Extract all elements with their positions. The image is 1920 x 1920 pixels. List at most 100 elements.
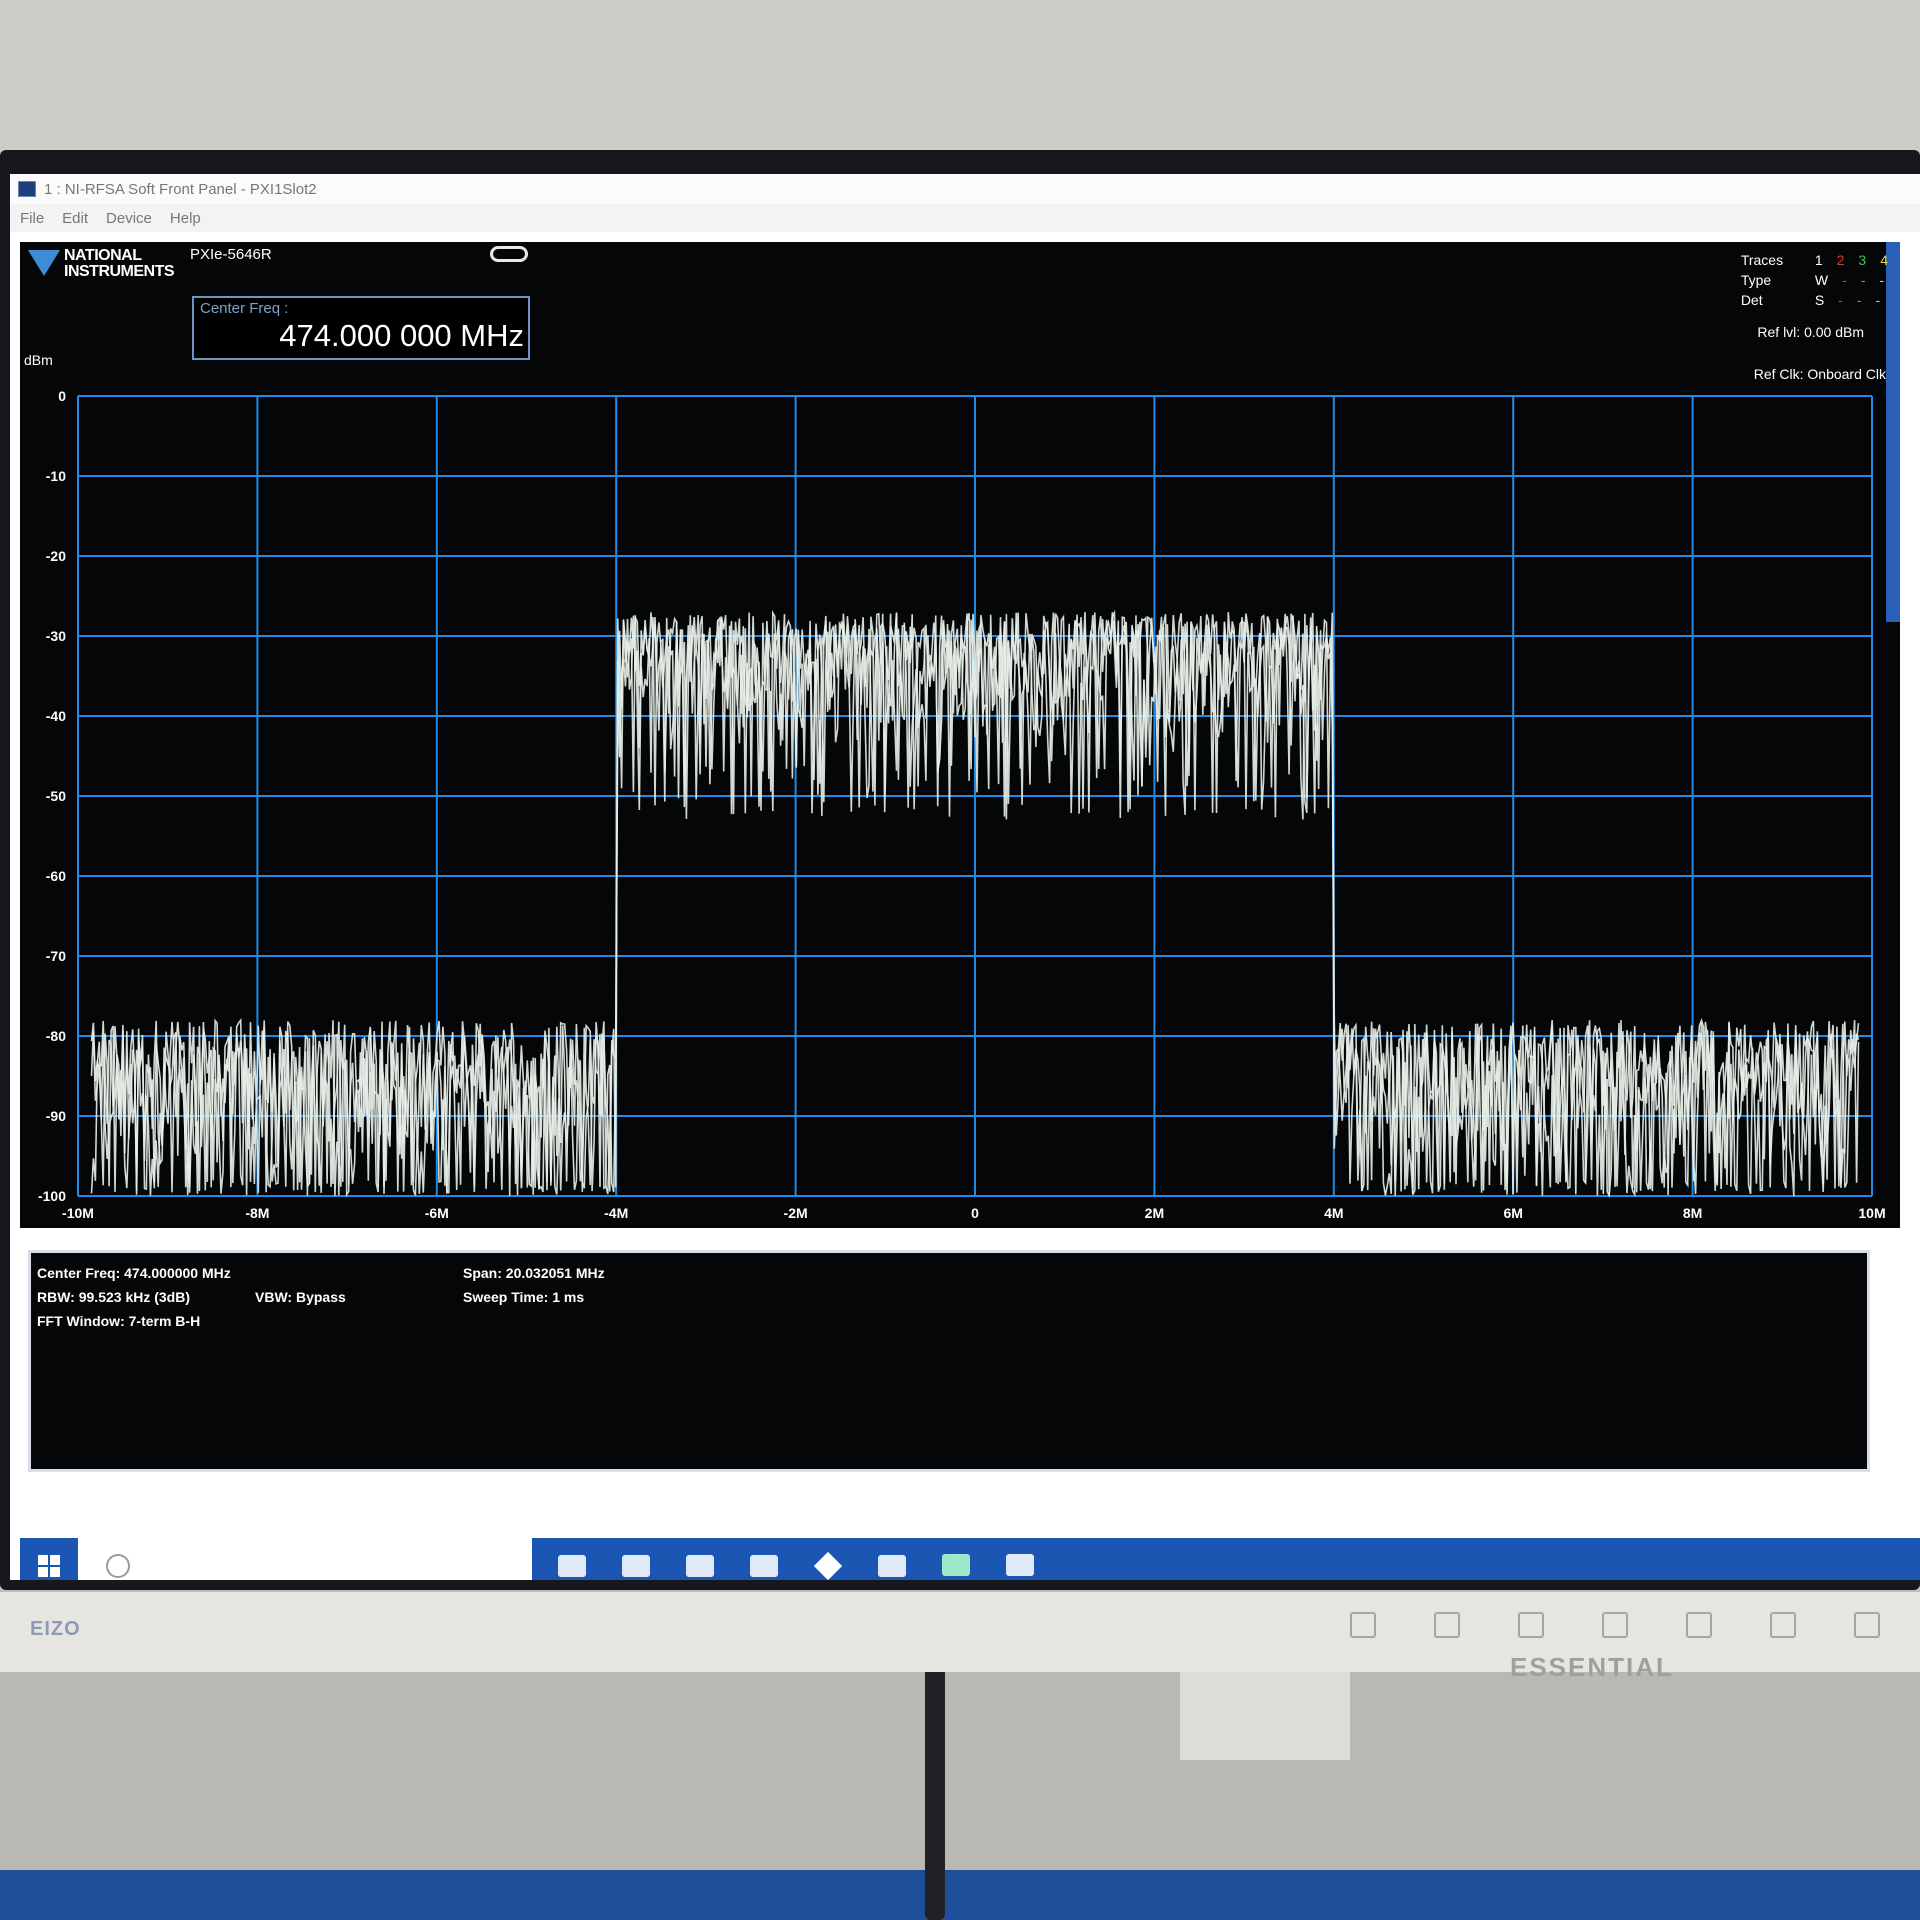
monitor-button[interactable] <box>1350 1612 1376 1638</box>
taskbar-app-5[interactable] <box>860 1538 924 1580</box>
cable-black <box>925 1660 945 1920</box>
x-tick-label: 8M <box>1683 1205 1702 1221</box>
trace-det-1: S <box>1814 292 1825 308</box>
trace-type-4: - <box>1879 272 1885 288</box>
monitor-buttons <box>1350 1612 1880 1638</box>
taskbar-apps <box>540 1538 1052 1580</box>
x-tick-label: 6M <box>1503 1205 1522 1221</box>
span-readout: Span: 20.032051 MHz <box>463 1265 605 1281</box>
monitor-button[interactable] <box>1770 1612 1796 1638</box>
y-tick-label: -40 <box>46 708 66 724</box>
logo-line-2: INSTRUMENTS <box>64 263 175 280</box>
monitor-button[interactable] <box>1434 1612 1460 1638</box>
side-scroll-strip[interactable] <box>1886 242 1900 622</box>
ref-level: Ref lvl: 0.00 dBm <box>1757 324 1864 340</box>
trace-number-4[interactable]: 4 <box>1880 250 1888 270</box>
trace-det-3: - <box>1856 292 1862 308</box>
trace-type-1: W <box>1814 272 1829 288</box>
x-tick-label: 0 <box>971 1205 979 1221</box>
taskbar-app-explorer[interactable] <box>604 1538 668 1580</box>
monitor-model: ESSENTIAL <box>1510 1652 1674 1682</box>
cortana-icon <box>106 1554 130 1578</box>
rfsa-app-icon <box>1006 1553 1034 1576</box>
y-tick-label: -60 <box>46 868 66 884</box>
device-name: PXIe-5646R <box>190 246 272 263</box>
taskbar-app-3[interactable] <box>732 1538 796 1580</box>
monitor-stand <box>1180 1660 1350 1760</box>
task-view-icon <box>558 1555 586 1577</box>
x-tick-label: -4M <box>604 1205 628 1221</box>
app-icon <box>18 181 36 197</box>
start-button[interactable] <box>20 1538 78 1580</box>
traces-label: Traces <box>1740 252 1784 268</box>
monitor-button[interactable] <box>1518 1612 1544 1638</box>
desk-stripe <box>0 1870 1920 1920</box>
app-window-icon <box>878 1555 906 1577</box>
type-label: Type <box>1740 272 1772 288</box>
center-freq-value[interactable]: 474.000 000 MHz <box>279 318 524 354</box>
monitor-button[interactable] <box>1686 1612 1712 1638</box>
y-tick-label: -10 <box>46 468 66 484</box>
task-view-button[interactable] <box>540 1538 604 1580</box>
center-freq-control[interactable]: Center Freq : 474.000 000 MHz <box>192 296 530 360</box>
center-freq-readout: Center Freq: 474.000000 MHz <box>37 1265 231 1281</box>
sweep-time-readout: Sweep Time: 1 ms <box>463 1289 585 1305</box>
trace-det-4: - <box>1875 292 1881 308</box>
trace-number-1[interactable]: 1 <box>1815 250 1823 270</box>
x-tick-label: -10M <box>62 1205 94 1221</box>
app-window-icon <box>750 1555 778 1577</box>
y-tick-label: -50 <box>46 788 66 804</box>
screen: 1 : NI-RFSA Soft Front Panel - PXI1Slot2… <box>10 174 1920 1580</box>
trace-type-3: - <box>1860 272 1866 288</box>
search-box[interactable] <box>78 1538 532 1580</box>
wall-background <box>0 0 1920 165</box>
y-tick-label: -30 <box>46 628 66 644</box>
trace-info: Traces 1 2 3 4 Type W - - - Det S - - - <box>1741 250 1888 310</box>
y-tick-label: -90 <box>46 1108 66 1124</box>
taskbar-app-4[interactable] <box>796 1538 860 1580</box>
ref-clock: Ref Clk: Onboard Clk <box>1753 366 1886 382</box>
x-tick-label: 10M <box>1858 1205 1885 1221</box>
taskbar-app-2[interactable] <box>668 1538 732 1580</box>
vbw-readout: VBW: Bypass <box>255 1289 346 1305</box>
center-freq-label: Center Freq : <box>200 300 289 317</box>
taskbar-app-rfsa[interactable] <box>988 1538 1052 1580</box>
taskbar-app-6[interactable] <box>924 1538 988 1580</box>
y-tick-label: -100 <box>38 1188 66 1204</box>
det-label: Det <box>1740 292 1763 308</box>
menu-edit[interactable]: Edit <box>62 210 88 227</box>
ni-eagle-icon <box>28 250 60 276</box>
trace-type-2: - <box>1842 272 1847 288</box>
y-tick-label: 0 <box>58 388 66 404</box>
x-tick-label: 4M <box>1324 1205 1343 1221</box>
monitor-button[interactable] <box>1602 1612 1628 1638</box>
logo-line-1: NATIONAL <box>64 247 142 264</box>
continuous-acquisition-icon[interactable] <box>490 246 528 262</box>
menu-help[interactable]: Help <box>170 210 201 227</box>
menu-file[interactable]: File <box>20 210 44 227</box>
monitor-brand: EIZO <box>30 1618 81 1640</box>
ni-logo: NATIONAL INSTRUMENTS <box>28 247 175 280</box>
spectrum-panel: -10M -8M -6M -4M -2M 0 2M 4M 6M 8M 10M 0 -10 -20 -30 -4… <box>20 242 1900 1228</box>
windows-icon <box>38 1555 60 1577</box>
taskbar <box>20 1538 1920 1580</box>
x-tick-label: -8M <box>245 1205 269 1221</box>
y-axis-unit: dBm <box>24 352 53 368</box>
app-window-icon <box>686 1555 714 1577</box>
y-tick-label: -70 <box>46 948 66 964</box>
menu-device[interactable]: Device <box>106 210 152 227</box>
y-tick-label: -20 <box>46 548 66 564</box>
trace-number-2[interactable]: 2 <box>1837 250 1845 270</box>
app-window-icon <box>942 1553 970 1576</box>
rbw-readout: RBW: 99.523 kHz (3dB) <box>37 1289 191 1305</box>
measurement-panel: Center Freq: 474.000000 MHz Span: 20.032… <box>28 1250 1870 1472</box>
x-tick-label: -6M <box>425 1205 449 1221</box>
trace-number-3[interactable]: 3 <box>1858 250 1866 270</box>
diamond-icon <box>813 1551 843 1580</box>
monitor-button[interactable] <box>1854 1612 1880 1638</box>
folder-icon <box>622 1555 650 1577</box>
spectrum-chart[interactable]: -10M -8M -6M -4M -2M 0 2M 4M 6M 8M 10M0-10-20-30-4… <box>20 242 1900 1228</box>
window-title: 1 : NI-RFSA Soft Front Panel - PXI1Slot2 <box>44 180 317 198</box>
y-tick-label: -80 <box>46 1028 66 1044</box>
x-tick-label: -2M <box>784 1205 808 1221</box>
